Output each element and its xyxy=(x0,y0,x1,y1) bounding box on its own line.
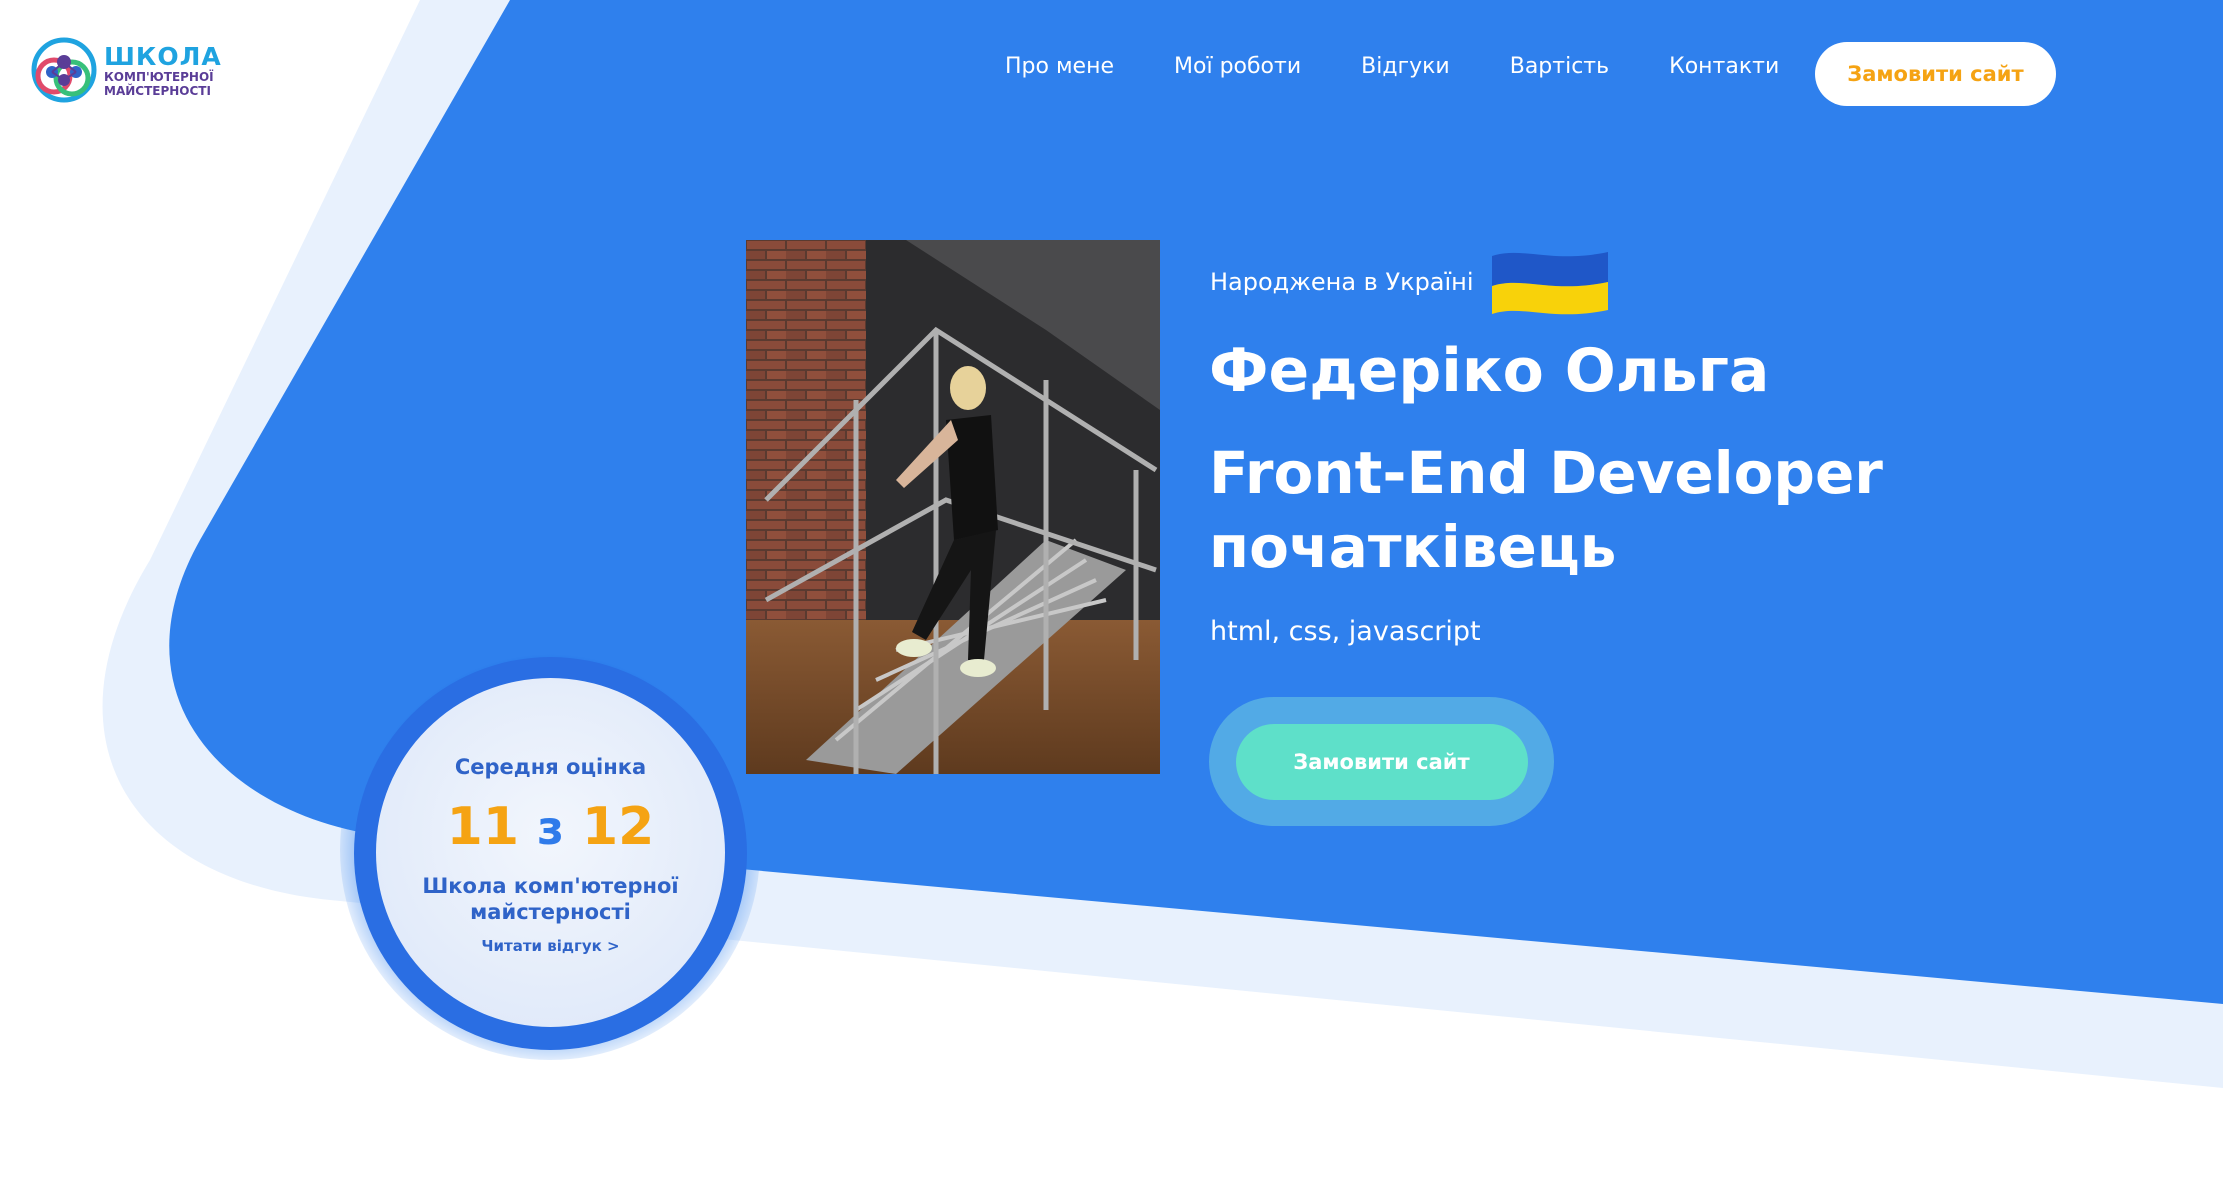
nav-link-reviews[interactable]: Відгуки xyxy=(1361,54,1450,79)
rating-card: Середня оцінка 11 з 12 Школа комп'ютерно… xyxy=(376,678,725,1027)
developer-role-line1: Front-End Developer xyxy=(1209,439,1883,507)
ukraine-flag-icon xyxy=(1491,252,1608,315)
birthplace-text: Народжена в Україні xyxy=(1210,268,1474,296)
nav-link-about[interactable]: Про мене xyxy=(1005,54,1114,79)
logo-subtitle-line1: КОМП'ЮТЕРНОЇ xyxy=(104,69,214,84)
read-review-link[interactable]: Читати відгук > xyxy=(481,937,619,955)
logo-subtitle-line2: МАЙСТЕРНОСТІ xyxy=(104,83,211,98)
rating-score-max: 12 xyxy=(581,796,655,857)
hero-cta-ring: Замовити сайт xyxy=(1209,697,1554,826)
nav-link-works[interactable]: Мої роботи xyxy=(1174,54,1301,79)
logo-wordmark: ШКОЛА КОМП'ЮТЕРНОЇ МАЙСТЕРНОСТІ xyxy=(104,44,222,97)
nav-link-pricing[interactable]: Вартість xyxy=(1510,54,1609,79)
rating-score-value: 11 xyxy=(446,796,520,857)
profile-photo xyxy=(746,240,1160,774)
rating-school-name: Школа комп'ютерної майстерності xyxy=(422,873,679,924)
developer-name: Федеріко Ольга xyxy=(1209,336,1770,406)
rating-score-separator: з xyxy=(537,800,564,855)
school-logo-icon xyxy=(31,37,97,103)
developer-skills: html, css, javascript xyxy=(1210,616,1481,647)
developer-role: Front-End Developer початківець xyxy=(1209,436,1909,584)
page: ШКОЛА КОМП'ЮТЕРНОЇ МАЙСТЕРНОСТІ Про мене… xyxy=(0,0,2223,1201)
profile-photo-image xyxy=(746,240,1160,774)
developer-role-line2: початківець xyxy=(1209,513,1617,581)
school-logo[interactable]: ШКОЛА КОМП'ЮТЕРНОЇ МАЙСТЕРНОСТІ xyxy=(30,36,222,104)
rating-score: 11 з 12 xyxy=(447,801,655,853)
hero-order-site-button[interactable]: Замовити сайт xyxy=(1235,723,1528,800)
main-nav: Про мене Мої роботи Відгуки Вартість Кон… xyxy=(1005,54,1779,79)
header-order-site-button[interactable]: Замовити сайт xyxy=(1815,42,2056,106)
nav-link-contacts[interactable]: Контакти xyxy=(1669,54,1779,79)
birthplace-row: Народжена в Україні xyxy=(1210,246,1612,318)
logo-title: ШКОЛА xyxy=(104,41,222,71)
rating-title: Середня оцінка xyxy=(454,754,647,779)
